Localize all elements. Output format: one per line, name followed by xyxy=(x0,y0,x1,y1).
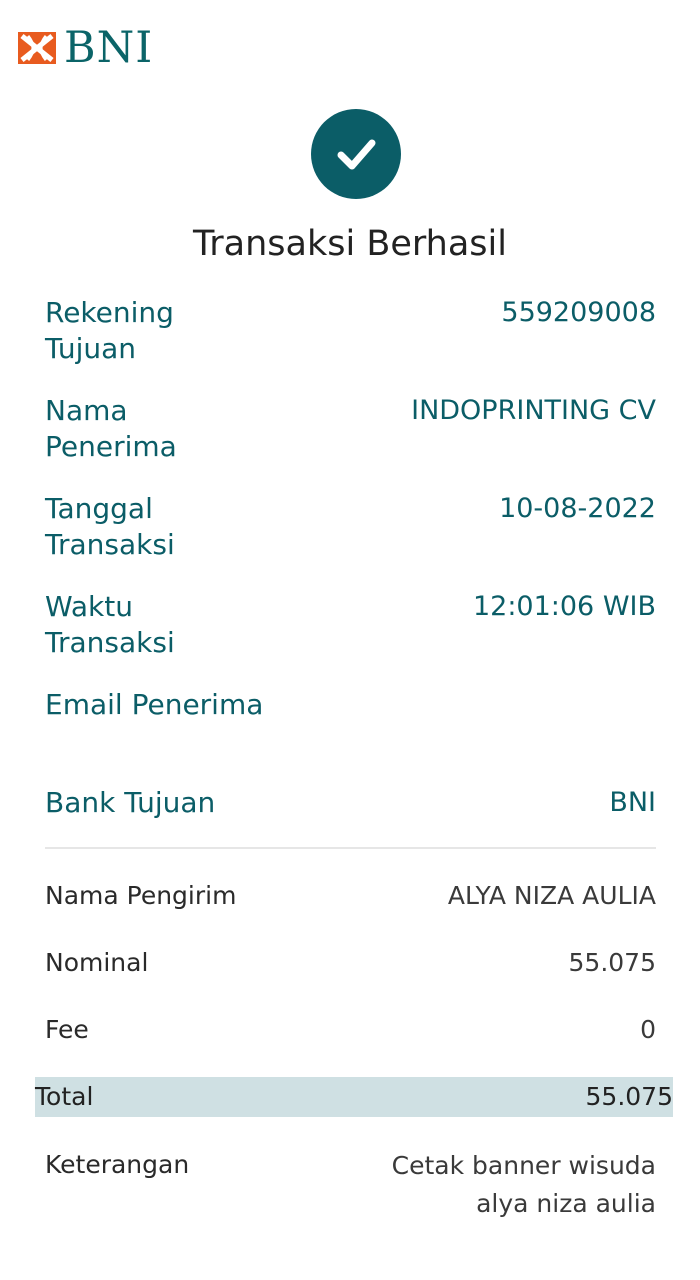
row-value: 55.075 xyxy=(568,948,656,977)
row-email-penerima: Email Penerima xyxy=(45,687,656,723)
divider xyxy=(45,847,656,849)
row-value: Cetak banner wisuda alya niza aulia xyxy=(392,1147,656,1223)
row-value: 10-08-2022 xyxy=(499,493,656,524)
row-value: ALYA NIZA AULIA xyxy=(447,881,656,910)
row-label: Email Penerima xyxy=(45,688,264,721)
row-waktu-transaksi: Waktu Transaksi 12:01:06 WIB xyxy=(45,589,656,661)
row-value: BNI xyxy=(609,787,656,818)
total-value: 55.075 xyxy=(585,1082,673,1111)
row-nominal: Nominal 55.075 xyxy=(45,945,656,981)
row-label: Keterangan xyxy=(45,1150,190,1179)
bni-logo-mark-icon xyxy=(18,32,56,64)
row-label: Nominal xyxy=(45,948,149,977)
row-keterangan: Keterangan Cetak banner wisuda alya niza… xyxy=(45,1147,656,1223)
row-label: Nama Penerima xyxy=(45,394,177,463)
row-label: Nama Pengirim xyxy=(45,881,237,910)
row-label: Waktu Transaksi xyxy=(45,590,175,659)
row-value: INDOPRINTING CV xyxy=(411,395,656,426)
row-nama-pengirim: Nama Pengirim ALYA NIZA AULIA xyxy=(45,878,656,914)
row-nama-penerima: Nama Penerima INDOPRINTING CV xyxy=(45,393,656,465)
total-label: Total xyxy=(35,1082,94,1111)
row-value: 12:01:06 WIB xyxy=(472,591,656,622)
row-label: Rekening Tujuan xyxy=(45,296,174,365)
note-line-1: Cetak banner wisuda xyxy=(391,1151,656,1180)
row-value: 559209008 xyxy=(501,297,656,328)
row-bank-tujuan: Bank Tujuan BNI xyxy=(45,785,656,821)
row-fee: Fee 0 xyxy=(45,1012,656,1048)
row-label: Tanggal Transaksi xyxy=(45,492,175,561)
page-title: Transaksi Berhasil xyxy=(193,224,507,264)
brand-name: BNI xyxy=(64,23,154,73)
row-tanggal-transaksi: Tanggal Transaksi 10-08-2022 xyxy=(45,491,656,563)
note-line-2: alya niza aulia xyxy=(476,1189,656,1218)
row-label: Fee xyxy=(45,1015,89,1044)
success-check-icon xyxy=(311,109,401,199)
row-label: Bank Tujuan xyxy=(45,786,216,819)
row-value: 0 xyxy=(640,1015,656,1044)
bni-logo: BNI xyxy=(18,26,153,70)
row-rekening-tujuan: Rekening Tujuan 559209008 xyxy=(45,295,656,367)
row-total: Total 55.075 xyxy=(35,1077,673,1117)
